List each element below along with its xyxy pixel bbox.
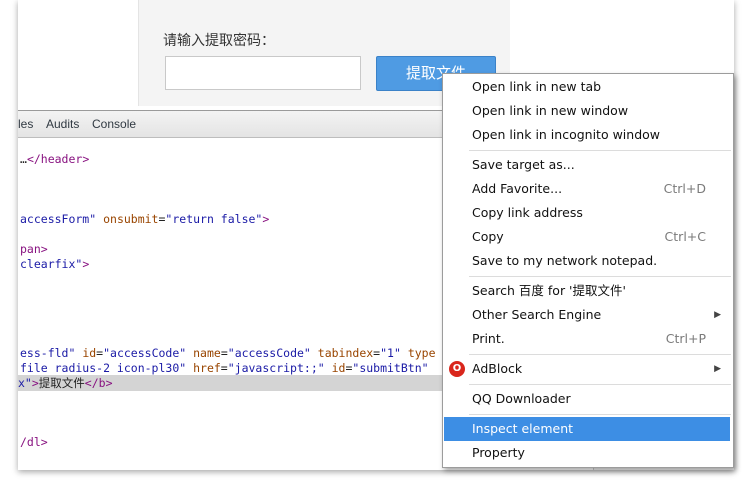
context-menu: Open link in new tab Open link in new wi…: [442, 73, 734, 468]
menu-item-label: AdBlock: [472, 361, 523, 376]
code-token: onsubmit: [96, 212, 159, 226]
code-token: type: [400, 346, 436, 360]
menu-item-label: Other Search Engine: [472, 307, 602, 322]
menu-open-incognito[interactable]: Open link in incognito window: [444, 123, 730, 147]
menu-item-label: QQ Downloader: [472, 391, 571, 406]
code-token: href: [186, 361, 221, 375]
code-token: clearfix": [20, 257, 83, 271]
password-input[interactable]: [165, 56, 361, 90]
code-token: </b>: [84, 376, 113, 390]
code-line[interactable]: …</header>: [20, 151, 89, 167]
code-token: =: [220, 361, 228, 375]
tab-audits[interactable]: Audits: [46, 117, 79, 131]
code-token: id: [75, 346, 97, 360]
code-token: 提取文件: [38, 376, 85, 390]
menu-item-label: Save to my network notepad.: [472, 253, 658, 268]
code-line[interactable]: pan>: [20, 241, 48, 257]
menu-separator: [469, 414, 731, 415]
menu-save-notepad[interactable]: Save to my network notepad.: [444, 249, 730, 273]
code-line-selected[interactable]: x">提取文件</b>: [18, 375, 448, 391]
menu-search-baidu[interactable]: Search 百度 for '提取文件': [444, 279, 730, 303]
code-line[interactable]: ess-fld" id="accessCode" name="accessCod…: [20, 345, 436, 361]
code-line[interactable]: /dl>: [20, 434, 48, 450]
code-token: >: [31, 376, 39, 390]
menu-copy-link[interactable]: Copy link address: [444, 201, 730, 225]
code-token: "accessCode": [103, 346, 187, 360]
menu-item-label: Property: [472, 445, 525, 460]
code-token: tabindex: [310, 346, 374, 360]
menu-copy[interactable]: Copy Ctrl+C: [444, 225, 730, 249]
menu-separator: [469, 384, 731, 385]
code-line[interactable]: file radius-2 icon-pl30" href="javascrip…: [20, 360, 429, 376]
code-token: file radius-2 icon-pl30": [20, 361, 187, 375]
code-token: pan>: [20, 242, 48, 256]
menu-open-new-window[interactable]: Open link in new window: [444, 99, 730, 123]
tab-console[interactable]: Console: [92, 117, 136, 131]
code-token: >: [262, 212, 270, 226]
submenu-arrow-icon: ▶: [714, 310, 721, 320]
menu-save-target[interactable]: Save target as...: [444, 153, 730, 177]
code-token: >: [82, 257, 90, 271]
code-token: "return false": [165, 212, 263, 226]
menu-item-label: Save target as...: [472, 157, 575, 172]
menu-item-shortcut: Ctrl+D: [663, 181, 706, 196]
menu-separator: [469, 276, 731, 277]
menu-print[interactable]: Print. Ctrl+P: [444, 327, 730, 351]
code-token: "1": [380, 346, 401, 360]
menu-add-favorite[interactable]: Add Favorite... Ctrl+D: [444, 177, 730, 201]
code-token: accessForm": [20, 212, 97, 226]
menu-inspect-element[interactable]: Inspect element: [444, 417, 730, 441]
menu-item-shortcut: Ctrl+C: [664, 229, 706, 244]
menu-item-label: Copy link address: [472, 205, 583, 220]
code-token: "javascript:;": [227, 361, 325, 375]
menu-item-label: Open link in new tab: [472, 79, 602, 94]
submenu-arrow-icon: ▶: [714, 364, 721, 374]
code-token: ess-fld": [20, 346, 76, 360]
menu-item-label: Add Favorite...: [472, 181, 563, 196]
code-token: "accessCode": [227, 346, 311, 360]
tab-resources[interactable]: les: [18, 117, 33, 131]
menu-item-label: Search 百度 for '提取文件': [472, 283, 626, 298]
menu-item-label: Open link in new window: [472, 103, 629, 118]
menu-item-label: Open link in incognito window: [472, 127, 661, 142]
adblock-icon: O: [449, 361, 465, 377]
menu-item-label: Print.: [472, 331, 505, 346]
code-line[interactable]: accessForm" onsubmit="return false">: [20, 211, 269, 227]
menu-adblock[interactable]: O AdBlock ▶: [444, 357, 730, 381]
menu-qq-downloader[interactable]: QQ Downloader: [444, 387, 730, 411]
code-token: </header>: [26, 152, 90, 166]
code-token: name: [186, 346, 221, 360]
menu-other-search[interactable]: Other Search Engine ▶: [444, 303, 730, 327]
menu-separator: [469, 150, 731, 151]
menu-open-new-tab[interactable]: Open link in new tab: [444, 75, 730, 99]
password-label: 请输入提取密码：: [163, 33, 275, 49]
code-line[interactable]: clearfix">: [20, 256, 89, 272]
menu-property[interactable]: Property: [444, 441, 730, 465]
menu-item-shortcut: Ctrl+P: [665, 331, 706, 346]
code-token: id: [324, 361, 346, 375]
menu-item-label: Inspect element: [472, 421, 574, 436]
code-token: /dl>: [20, 435, 48, 449]
code-token: "submitBtn": [352, 361, 429, 375]
code-token: x": [18, 376, 32, 390]
menu-item-label: Copy: [472, 229, 504, 244]
code-token: …: [20, 152, 27, 166]
code-token: =: [220, 346, 228, 360]
menu-separator: [469, 354, 731, 355]
